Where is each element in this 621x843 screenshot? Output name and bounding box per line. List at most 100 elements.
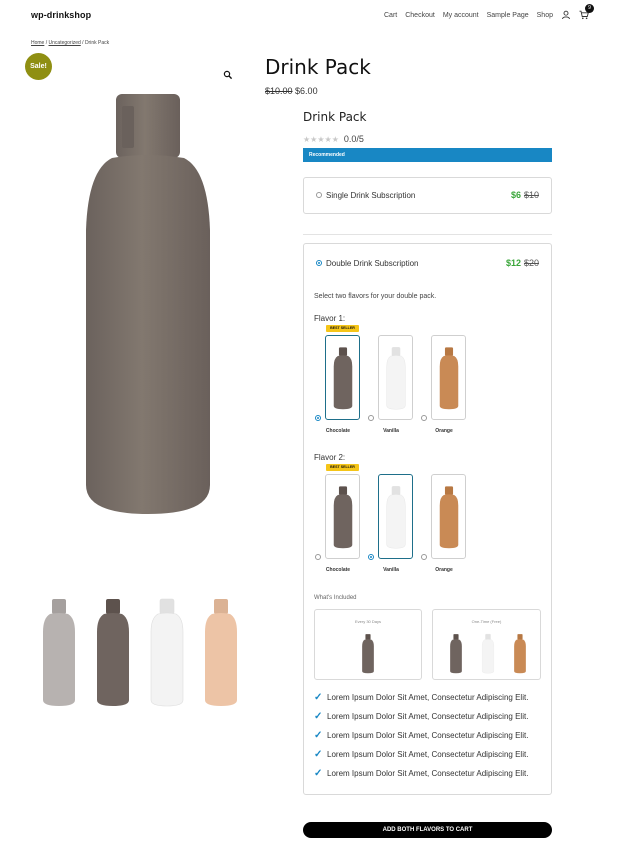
- included-bottle-orange: [514, 634, 526, 674]
- bottle-image: [439, 346, 458, 409]
- recommended-banner: Recommended: [303, 148, 552, 162]
- benefit-item: ✓ Lorem Ipsum Dolor Sit Amet, Consectetur…: [314, 707, 528, 726]
- whats-included-title: What's Included: [314, 595, 357, 601]
- flavor-2-card-chocolate[interactable]: [325, 474, 360, 559]
- flavor-2-name-vanilla: Vanilla: [383, 567, 399, 573]
- double-price: $12: [505, 258, 521, 268]
- benefit-item: ✓ Lorem Ipsum Dolor Sit Amet, Consectetur…: [314, 726, 528, 745]
- sale-badge: Sale!: [25, 53, 52, 80]
- flavor-1-label: Flavor 1:: [314, 314, 346, 323]
- thumbnail-strip: [40, 596, 240, 708]
- flavor-2-card-orange[interactable]: [431, 474, 466, 559]
- breadcrumb-current: Drink Pack: [84, 40, 110, 46]
- check-icon: ✓: [314, 730, 323, 741]
- flavor-1-card-vanilla[interactable]: [378, 335, 413, 420]
- flavor-1-radio-orange[interactable]: [421, 415, 427, 421]
- single-subscription-option[interactable]: Single Drink Subscription $6 $10: [303, 177, 552, 214]
- flavor-1-radio-chocolate[interactable]: [315, 415, 321, 421]
- product-main-image[interactable]: [82, 90, 214, 520]
- double-subscription-option[interactable]: Double Drink Subscription $12 $20 Select …: [303, 243, 552, 795]
- benefit-item: ✓ Lorem Ipsum Dolor Sit Amet, Consectetur…: [314, 688, 528, 707]
- rating-text: 0.0/5: [343, 134, 364, 144]
- thumbnail-gray-bottle[interactable]: [40, 596, 78, 708]
- benefit-text: Lorem Ipsum Dolor Sit Amet, Consectetur …: [327, 731, 529, 740]
- check-icon: ✓: [314, 768, 323, 779]
- thumbnail-brown-bottle[interactable]: [94, 596, 132, 708]
- flavor-1-card-orange[interactable]: [431, 335, 466, 420]
- cart-count-badge: 9: [585, 4, 594, 13]
- bottle-image: [150, 598, 184, 707]
- flavor-1-radio-vanilla[interactable]: [368, 415, 374, 421]
- rating: ★★★★★ 0.0/5: [303, 134, 552, 144]
- flavor-2-radio-chocolate[interactable]: [315, 554, 321, 560]
- included-one-time-label: One-Time (Free): [471, 619, 502, 624]
- benefits-list: ✓ Lorem Ipsum Dolor Sit Amet, Consectetur…: [314, 688, 528, 783]
- breadcrumb-category[interactable]: Uncategorized: [49, 40, 81, 46]
- nav-cart[interactable]: Cart: [384, 12, 397, 19]
- bottle-image: [439, 485, 458, 548]
- best-seller-badge: BEST SELLER: [326, 325, 359, 332]
- nav-sample-page[interactable]: Sample Page: [487, 12, 529, 19]
- best-seller-badge: BEST SELLER: [326, 464, 359, 471]
- bottle-image: [386, 346, 405, 409]
- thumbnail-white-bottle[interactable]: [148, 596, 186, 708]
- benefit-text: Lorem Ipsum Dolor Sit Amet, Consectetur …: [327, 750, 529, 759]
- product-title: Drink Pack: [265, 55, 371, 79]
- included-recurring-bottle: [362, 634, 374, 674]
- old-price: $10.00: [265, 86, 293, 96]
- bottle-image: [97, 599, 129, 706]
- add-to-cart-button[interactable]: ADD BOTH FLAVORS TO CART: [303, 822, 552, 838]
- benefit-text: Lorem Ipsum Dolor Sit Amet, Consectetur …: [327, 712, 529, 721]
- flavor-2-label: Flavor 2:: [314, 453, 346, 462]
- included-bottle-vanilla: [482, 633, 494, 674]
- account-icon[interactable]: [561, 10, 571, 20]
- single-subscription-label: Single Drink Subscription: [326, 190, 416, 200]
- double-subscription-radio[interactable]: [316, 260, 322, 266]
- current-price: $6.00: [295, 86, 318, 96]
- check-icon: ✓: [314, 749, 323, 760]
- bottle-image: [333, 485, 352, 548]
- check-icon: ✓: [314, 711, 323, 722]
- included-one-time-box: One-Time (Free): [432, 609, 541, 680]
- flavor-1-card-chocolate[interactable]: [325, 335, 360, 420]
- check-icon: ✓: [314, 692, 323, 703]
- double-old-price: $20: [523, 258, 539, 268]
- double-subscription-label: Double Drink Subscription: [326, 258, 419, 268]
- flavor-2-name-orange: Orange: [435, 567, 453, 573]
- benefit-text: Lorem Ipsum Dolor Sit Amet, Consectetur …: [327, 693, 529, 702]
- bottle-image: [43, 599, 75, 706]
- flavor-instructions: Select two flavors for your double pack.: [314, 293, 437, 300]
- cart-icon[interactable]: 9: [579, 4, 594, 20]
- benefit-text: Lorem Ipsum Dolor Sit Amet, Consectetur …: [327, 769, 529, 778]
- nav-my-account[interactable]: My account: [443, 12, 479, 19]
- subscription-widget: Drink Pack ★★★★★ 0.0/5 Recommended: [303, 110, 552, 162]
- single-price: $6: [510, 190, 521, 200]
- single-subscription-radio[interactable]: [316, 192, 322, 198]
- divider: [303, 234, 552, 235]
- flavor-1-name-chocolate: Chocolate: [325, 428, 351, 434]
- thumbnail-peach-bottle[interactable]: [202, 596, 240, 708]
- flavor-2-name-chocolate: Chocolate: [325, 567, 351, 573]
- product-price: $10.00 $6.00: [265, 86, 318, 96]
- nav-checkout[interactable]: Checkout: [405, 12, 435, 19]
- bottle-image: [386, 485, 405, 548]
- zoom-icon[interactable]: [223, 67, 233, 80]
- breadcrumb: Home / Uncategorized / Drink Pack: [31, 40, 109, 46]
- site-title[interactable]: wp-drinkshop: [31, 10, 91, 20]
- flavor-1-name-orange: Orange: [435, 428, 453, 434]
- widget-title: Drink Pack: [303, 110, 367, 124]
- benefit-item: ✓ Lorem Ipsum Dolor Sit Amet, Consectetur…: [314, 745, 528, 764]
- bottle-image: [205, 599, 237, 706]
- flavor-2-radio-orange[interactable]: [421, 554, 427, 560]
- nav-shop[interactable]: Shop: [537, 12, 553, 19]
- flavor-2-card-vanilla[interactable]: [378, 474, 413, 559]
- breadcrumb-home[interactable]: Home: [31, 40, 44, 46]
- single-old-price: $10: [523, 190, 539, 200]
- star-rating-icon: ★★★★★: [303, 134, 339, 144]
- included-recurring-label: Every 30 Days: [354, 619, 381, 624]
- single-subscription-price: $6 $10: [511, 190, 539, 200]
- bottle-image: [333, 346, 352, 409]
- primary-nav: Cart Checkout My account Sample Page Sho…: [384, 4, 594, 20]
- flavor-2-radio-vanilla[interactable]: [368, 554, 374, 560]
- flavor-1-name-vanilla: Vanilla: [383, 428, 399, 434]
